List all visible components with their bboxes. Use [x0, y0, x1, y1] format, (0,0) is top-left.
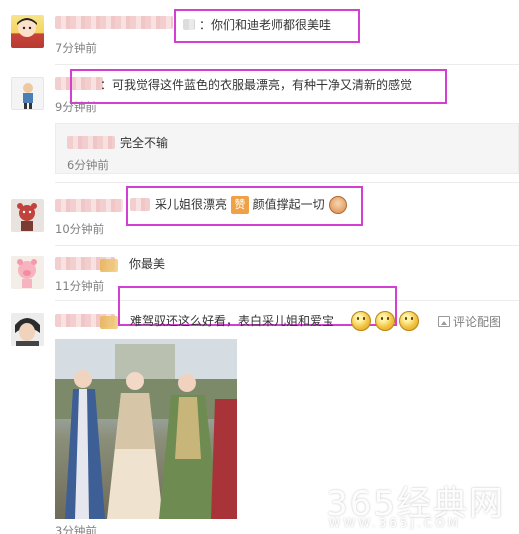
divider	[55, 182, 519, 183]
comment-photo[interactable]	[55, 339, 237, 519]
comment-image-action[interactable]: 评论配图	[438, 313, 501, 330]
username-blurred[interactable]	[55, 16, 173, 29]
emoji-group	[351, 311, 419, 331]
reply-text: 完全不输	[120, 136, 169, 150]
comment-text: ：你们和迪老师都很美哇	[199, 18, 332, 32]
reply-time: 6分钟前	[67, 158, 109, 172]
username-blurred[interactable]	[55, 199, 123, 212]
comment-time: 11分钟前	[55, 279, 105, 293]
avatar-person-icon	[11, 313, 44, 346]
username-blurred	[100, 316, 118, 329]
avatar-pig-icon	[17, 259, 37, 288]
comment-text: 你最美	[129, 257, 166, 271]
username-blurred	[130, 198, 150, 211]
username-blurred[interactable]	[67, 136, 115, 149]
comment-text: 采儿姐很漂亮 赞 颜值撑起一切	[155, 196, 347, 214]
comment-text: 难驾驭还这么好看，表白采儿姐和爱宝	[130, 313, 334, 329]
divider	[55, 245, 519, 246]
photo-illustration	[55, 339, 237, 519]
face-emoji-icon	[328, 196, 347, 214]
username-blurred	[100, 259, 118, 272]
watermark-url: WWW.365J.COM	[328, 516, 461, 530]
avatar-toy-icon	[17, 203, 37, 231]
comment-time: 10分钟前	[55, 222, 105, 236]
avatar[interactable]	[11, 313, 44, 346]
comment-time: 7分钟前	[55, 41, 97, 55]
comment-text-part2: 颜值撑起一切	[252, 197, 325, 212]
smiley-emoji-icon	[374, 311, 395, 331]
avatar[interactable]	[11, 256, 44, 289]
smiley-emoji-icon	[398, 311, 419, 331]
avatar[interactable]	[11, 15, 44, 48]
avatar[interactable]	[11, 199, 44, 232]
avatar-character-icon	[23, 83, 33, 109]
comment-text-body: 难驾驭还这么好看，表白采儿姐和爱宝	[130, 314, 335, 328]
avatar[interactable]	[11, 77, 44, 110]
comment-text-part1: 采儿姐很漂亮	[155, 197, 228, 212]
comment-time: 9分钟前	[55, 100, 97, 114]
smiley-emoji-icon	[351, 311, 371, 331]
divider	[55, 64, 519, 65]
image-icon	[438, 316, 450, 327]
comment-time: 3分钟前	[55, 524, 97, 534]
username-blurred	[183, 19, 195, 30]
zan-emoji-icon: 赞	[230, 196, 249, 214]
avatar-character-icon	[17, 18, 37, 37]
comment-image-label: 评论配图	[453, 315, 502, 329]
comment-text: ：可我觉得这件蓝色的衣服最漂亮，有种干净又清新的感觉	[100, 78, 413, 92]
